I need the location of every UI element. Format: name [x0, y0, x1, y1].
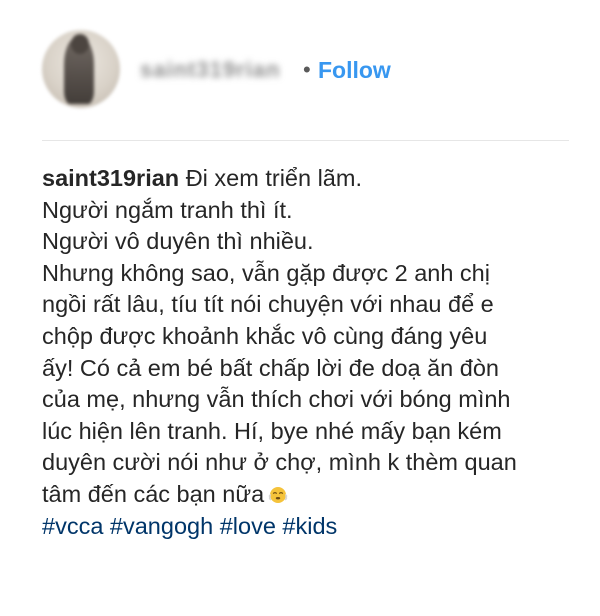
caption-line: ấy! Có cả em bé bất chấp lời đe doạ ăn đ…	[42, 354, 499, 381]
caption-text: Đi xem triển lãm.	[185, 165, 362, 191]
caption-line-last: tâm đến các bạn nữa	[42, 479, 582, 511]
divider	[42, 140, 569, 141]
hashtag-vcca[interactable]: #vcca	[42, 513, 103, 539]
caption-line: Nhưng không sao, vẫn gặp được 2 anh chị	[42, 259, 490, 286]
caption-line: lúc hiện lên tranh. Hí, bye nhé mấy bạn …	[42, 417, 502, 444]
post-caption: saint319rian Đi xem triển lãm. Người ngắ…	[42, 163, 582, 542]
caption-line-1: saint319rian Đi xem triển lãm.	[42, 163, 582, 195]
hashtag-list: #vcca #vangogh #love #kids	[42, 511, 582, 543]
caption-author[interactable]: saint319rian	[42, 165, 179, 191]
separator-dot: •	[303, 57, 311, 82]
caption-line: Người ngắm tranh thì ít.	[42, 196, 293, 223]
caption-line: duyên cười nói như ở chợ, mình k thèm qu…	[42, 449, 517, 476]
caption-line: ngồi rất lâu, tíu tít nói chuyện với nha…	[42, 291, 494, 318]
caption-line: của mẹ, nhưng vẫn thích chơi với bóng mì…	[42, 386, 511, 413]
follow-button[interactable]: Follow	[318, 54, 391, 86]
header-username[interactable]: saint319rian	[140, 55, 295, 85]
instagram-post-card: saint319rian • Follow saint319rian Đi xe…	[0, 0, 600, 616]
caption-text: tâm đến các bạn nữa	[42, 480, 265, 507]
avatar[interactable]	[42, 30, 120, 108]
caption-line: Người vô duyên thì nhiều.	[42, 228, 314, 255]
avatar-head	[71, 34, 89, 54]
hashtag-kids[interactable]: #kids	[282, 513, 337, 539]
caption-line: chộp được khoảnh khắc vô cùng đáng yêu	[42, 322, 488, 349]
hashtag-love[interactable]: #love	[220, 513, 276, 539]
post-header: saint319rian • Follow	[0, 0, 600, 138]
hashtag-vangogh[interactable]: #vangogh	[110, 513, 213, 539]
face-with-steam-icon	[268, 486, 288, 503]
